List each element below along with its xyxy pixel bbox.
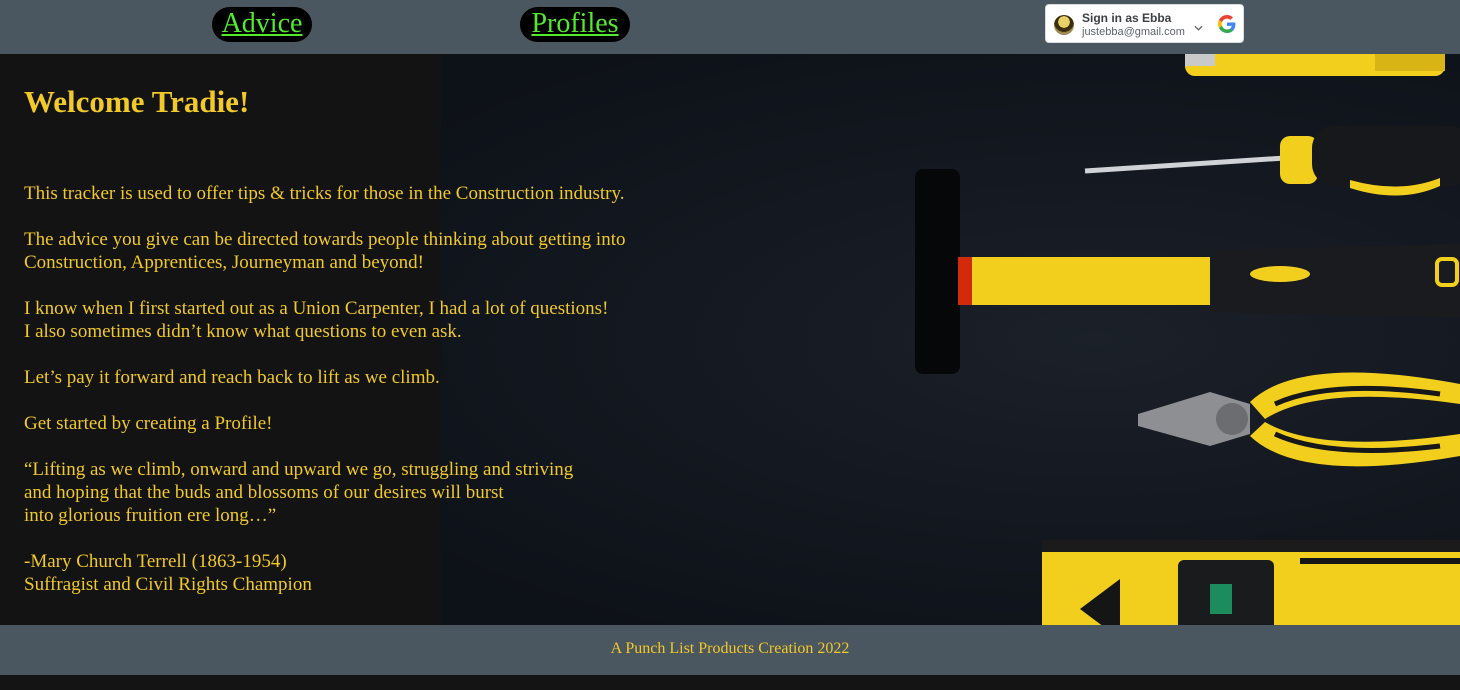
chevron-down-icon — [1194, 25, 1203, 31]
story-line: I also sometimes didn’t know what questi… — [24, 321, 462, 342]
get-started-line: Get started by creating a Profile! — [24, 413, 273, 434]
story-paragraph: I know when I first started out as a Uni… — [24, 297, 608, 343]
hero-section: Welcome Tradie! This tracker is used to … — [0, 54, 1460, 625]
get-started-paragraph: Get started by creating a Profile! — [24, 412, 272, 435]
sign-in-title: Sign in as Ebba — [1082, 11, 1172, 25]
nav-profiles-link[interactable]: Profiles — [520, 7, 630, 42]
nav-advice-link[interactable]: Advice — [212, 7, 312, 42]
pay-it-forward-line: Let’s pay it forward and reach back to l… — [24, 367, 440, 388]
advice-line: Construction, Apprentices, Journeyman an… — [24, 252, 424, 273]
bottom-strip — [0, 675, 1460, 690]
google-sign-in-button[interactable]: Sign in as Ebba justebba@gmail.com — [1045, 4, 1244, 43]
quote-line: “Lifting as we climb, onward and upward … — [24, 459, 574, 480]
advice-paragraph: The advice you give can be directed towa… — [24, 228, 626, 274]
intro-paragraph: This tracker is used to offer tips & tri… — [24, 182, 625, 205]
pay-it-forward-paragraph: Let’s pay it forward and reach back to l… — [24, 366, 440, 389]
footer-credit: A Punch List Products Creation 2022 — [610, 640, 850, 657]
top-nav-bar: Advice Profiles Sign in as Ebba justebba… — [0, 0, 1460, 54]
google-g-icon — [1218, 15, 1236, 33]
attribution-line: -Mary Church Terrell (1863-1954) — [24, 551, 287, 572]
advice-line: The advice you give can be directed towa… — [24, 229, 626, 250]
quote-paragraph: “Lifting as we climb, onward and upward … — [24, 458, 573, 527]
welcome-heading: Welcome Tradie! — [24, 84, 250, 119]
quote-line: and hoping that the buds and blossoms of… — [24, 482, 504, 503]
footer: A Punch List Products Creation 2022 — [0, 625, 1460, 675]
attribution-paragraph: -Mary Church Terrell (1863-1954) Suffrag… — [24, 550, 312, 596]
story-line: I know when I first started out as a Uni… — [24, 298, 609, 319]
quote-line: into glorious fruition ere long…” — [24, 505, 277, 526]
intro-line: This tracker is used to offer tips & tri… — [24, 183, 625, 204]
utility-knife-icon — [1185, 54, 1445, 76]
attribution-line: Suffragist and Civil Rights Champion — [24, 574, 312, 595]
spirit-level-icon — [1042, 540, 1460, 625]
sign-in-email: justebba@gmail.com — [1082, 26, 1185, 38]
user-avatar — [1054, 15, 1074, 35]
